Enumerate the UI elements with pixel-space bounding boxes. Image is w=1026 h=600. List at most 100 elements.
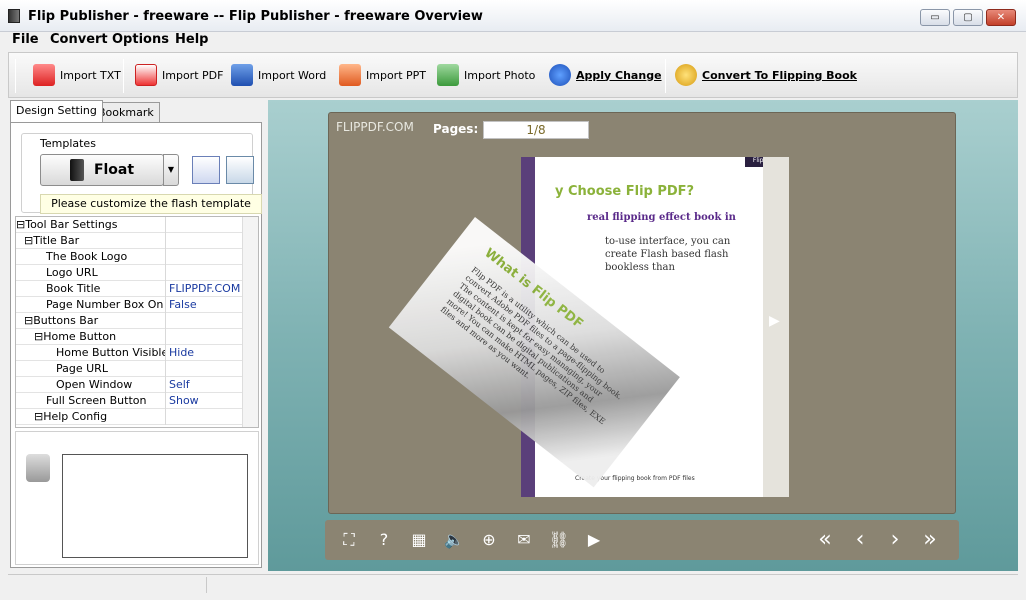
first-page-icon[interactable]: « xyxy=(813,528,837,552)
import-photo-label: Import Photo xyxy=(464,68,536,82)
tab-design-setting[interactable]: Design Setting xyxy=(10,100,103,122)
import-photo-icon xyxy=(437,64,459,86)
import-word-button[interactable]: Import Word xyxy=(231,63,326,87)
grid-scrollbar[interactable] xyxy=(242,217,258,427)
import-photo-button[interactable]: Import Photo xyxy=(437,63,535,87)
grid-row[interactable]: Open Window Self xyxy=(16,377,244,393)
status-divider xyxy=(206,577,207,593)
book-controls: ⛶ ? ▦ 🔈 ⊕ ✉ ⛓ ▶ « ‹ › » xyxy=(325,520,959,560)
setting-key: ⊟Tool Bar Settings xyxy=(16,217,166,233)
grid-row[interactable]: Full Screen Button Show xyxy=(16,393,244,409)
menu-convert[interactable]: Convert xyxy=(50,32,108,47)
previous-page-icon[interactable]: ‹ xyxy=(848,528,872,552)
minimize-button[interactable]: ▭ xyxy=(920,9,950,26)
setting-key: Page Number Box On ... xyxy=(16,297,166,313)
setting-key: ⊟Home Button xyxy=(16,329,166,345)
grid-row[interactable]: ⊟Tool Bar Settings xyxy=(16,217,244,233)
grid-row[interactable]: Page URL xyxy=(16,361,244,377)
import-ppt-label: Import PPT xyxy=(366,68,426,82)
design-tab-pane: Templates Float ▼ Please customize the f… xyxy=(10,122,262,568)
book-panel: FLIPPDF.COM Pages: 1/8 Flip PDF y Choose… xyxy=(328,112,956,514)
setting-value[interactable] xyxy=(169,361,244,377)
autoplay-icon[interactable]: ▶ xyxy=(582,528,606,552)
template-select-button[interactable]: Float xyxy=(40,154,164,186)
setting-value[interactable]: Self xyxy=(169,377,244,393)
setting-value[interactable] xyxy=(169,249,244,265)
import-pdf-button[interactable]: Import PDF xyxy=(135,63,223,87)
setting-value[interactable] xyxy=(169,329,244,345)
setting-value[interactable]: False xyxy=(169,297,244,313)
setting-value[interactable]: Show xyxy=(169,393,244,409)
database-icon xyxy=(26,454,50,482)
share-icon[interactable]: ⛓ xyxy=(547,528,571,552)
load-template-icon[interactable] xyxy=(226,156,254,184)
import-txt-icon xyxy=(33,64,55,86)
book-icon xyxy=(69,159,84,181)
import-pdf-label: Import PDF xyxy=(162,68,224,82)
templates-title: Templates xyxy=(37,137,99,150)
apply-change-button[interactable]: Apply Change xyxy=(549,63,662,87)
setting-key: ⊟Buttons Bar xyxy=(16,313,166,329)
setting-value[interactable] xyxy=(169,233,244,249)
setting-value[interactable] xyxy=(169,409,244,425)
setting-value[interactable] xyxy=(169,313,244,329)
window-title: Flip Publisher - freeware -- Flip Publis… xyxy=(28,9,483,24)
template-dropdown-button[interactable]: ▼ xyxy=(163,154,179,186)
app-icon xyxy=(8,9,20,23)
grid-row[interactable]: Logo URL xyxy=(16,265,244,281)
book-page[interactable]: Flip PDF y Choose Flip PDF? real flippin… xyxy=(388,157,787,497)
menu-options[interactable]: Options xyxy=(112,32,169,47)
grid-row[interactable]: The Book Logo xyxy=(16,249,244,265)
grid-row[interactable]: Book Title FLIPPDF.COM xyxy=(16,281,244,297)
setting-value[interactable] xyxy=(169,217,244,233)
page-number-box[interactable]: 1/8 xyxy=(483,121,589,139)
title-bar: Flip Publisher - freeware -- Flip Publis… xyxy=(0,0,1026,32)
next-page-icon[interactable]: › xyxy=(883,528,907,552)
refresh-icon xyxy=(549,64,571,86)
grid-row[interactable]: ⊟Title Bar xyxy=(16,233,244,249)
sound-icon[interactable]: 🔈 xyxy=(442,528,466,552)
setting-value[interactable]: Hide xyxy=(169,345,244,361)
setting-key: Page URL xyxy=(16,361,166,377)
fullscreen-icon[interactable]: ⛶ xyxy=(337,528,361,552)
import-txt-label: Import TXT xyxy=(60,68,121,82)
last-page-icon[interactable]: » xyxy=(918,528,942,552)
grid-row[interactable]: ⊟Help Config xyxy=(16,409,244,425)
settings-grid: ⊟Tool Bar Settings ⊟Title Bar The Book L… xyxy=(15,216,259,428)
setting-key: Full Screen Button xyxy=(16,393,166,409)
menu-file[interactable]: File xyxy=(12,32,39,47)
setting-value[interactable]: FLIPPDF.COM xyxy=(169,281,244,297)
grid-row[interactable]: Page Number Box On ... False xyxy=(16,297,244,313)
save-template-icon[interactable] xyxy=(192,156,220,184)
status-bar xyxy=(8,574,1018,594)
import-ppt-button[interactable]: Import PPT xyxy=(339,63,426,87)
grid-row[interactable]: ⊟Home Button xyxy=(16,329,244,345)
book-preview-stage: FLIPPDF.COM Pages: 1/8 Flip PDF y Choose… xyxy=(268,100,1018,571)
book-title: FLIPPDF.COM xyxy=(336,120,414,134)
zoom-icon[interactable]: ⊕ xyxy=(477,528,501,552)
email-icon[interactable]: ✉ xyxy=(512,528,536,552)
toolbar: Import TXT Import PDF Import Word Import… xyxy=(8,52,1018,98)
menu-help[interactable]: Help xyxy=(175,32,208,47)
import-word-icon xyxy=(231,64,253,86)
setting-value[interactable] xyxy=(169,265,244,281)
help-icon[interactable]: ? xyxy=(372,528,396,552)
page-heading: y Choose Flip PDF? xyxy=(555,184,695,199)
toolbar-separator xyxy=(123,59,124,93)
gear-icon xyxy=(675,64,697,86)
preview-box xyxy=(62,454,248,558)
apply-change-label: Apply Change xyxy=(576,68,662,82)
maximize-button[interactable]: ▢ xyxy=(953,9,983,26)
grid-row[interactable]: ⊟Buttons Bar xyxy=(16,313,244,329)
convert-button[interactable]: Convert To Flipping Book xyxy=(675,63,857,87)
close-button[interactable]: ✕ xyxy=(986,9,1016,26)
setting-key: Home Button Visible xyxy=(16,345,166,361)
import-txt-button[interactable]: Import TXT xyxy=(33,63,121,87)
grid-row[interactable]: Home Button Visible Hide xyxy=(16,345,244,361)
thumbnails-icon[interactable]: ▦ xyxy=(407,528,431,552)
settings-panel: Design Setting Bookmark Templates Float … xyxy=(8,100,264,571)
template-name: Float xyxy=(93,162,135,178)
setting-key: Book Title xyxy=(16,281,166,297)
next-page-arrow[interactable]: ▶ xyxy=(769,313,780,329)
setting-key: ⊟Title Bar xyxy=(16,233,166,249)
